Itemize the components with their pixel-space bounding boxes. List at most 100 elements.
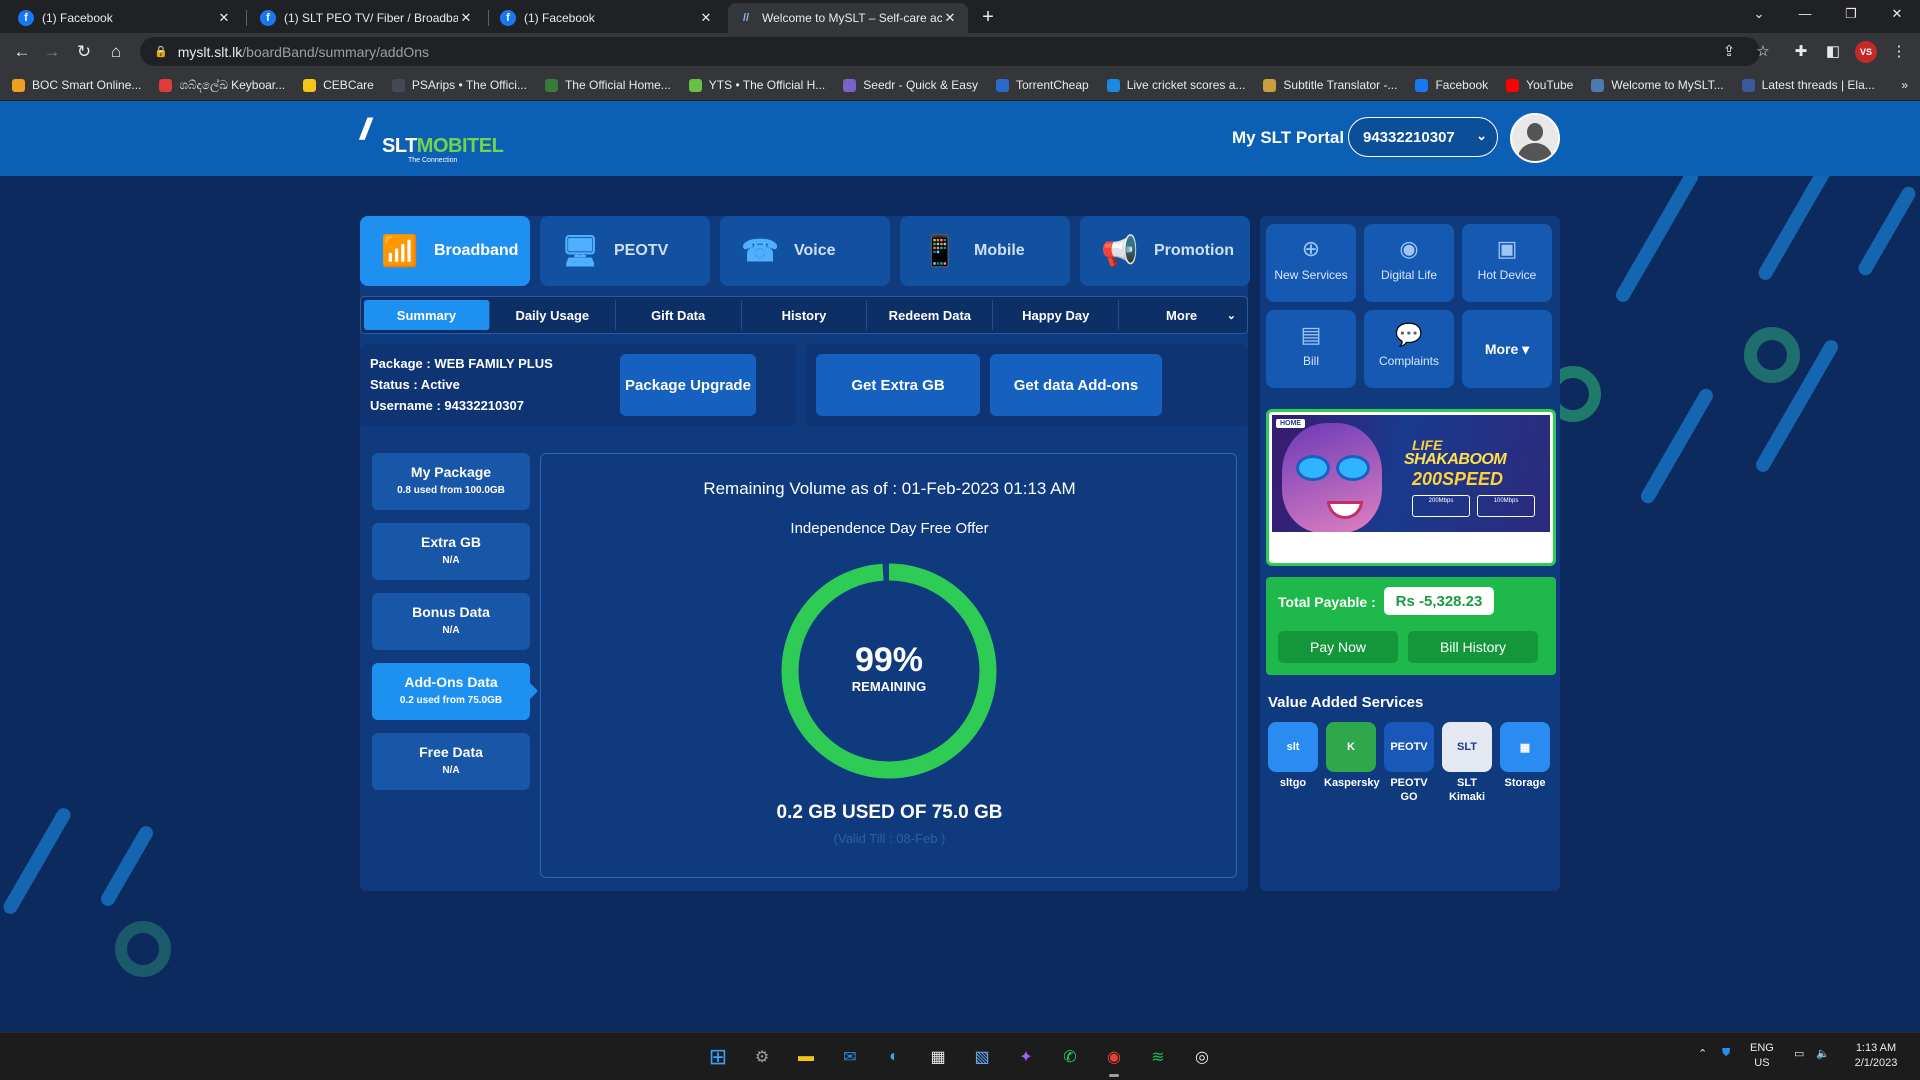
extensions-icon[interactable]: ✚: [1790, 41, 1812, 63]
quick-link-new-services[interactable]: ⊕ New Services: [1266, 224, 1356, 302]
bookmark-item[interactable]: YTS • The Official H...: [688, 78, 825, 92]
quick-link-bill[interactable]: ▤ Bill: [1266, 310, 1356, 388]
volume-icon[interactable]: 🔈: [1816, 1047, 1830, 1060]
tab-mobile[interactable]: 📱 Mobile: [900, 216, 1070, 286]
window-close-icon[interactable]: ✕: [1882, 6, 1912, 22]
network-icon[interactable]: ▭: [1794, 1047, 1804, 1060]
close-icon[interactable]: ✕: [458, 10, 474, 26]
home-icon[interactable]: ⌂: [104, 40, 128, 64]
browser-tab[interactable]: f (1) SLT PEO TV/ Fiber / Broadban ✕: [250, 3, 484, 33]
clock[interactable]: 1:13 AM 2/1/2023: [1848, 1041, 1904, 1071]
messenger-icon[interactable]: ✦: [1011, 1042, 1041, 1072]
new-tab-button[interactable]: +: [976, 6, 1000, 30]
language-indicator[interactable]: ENG US: [1750, 1041, 1774, 1071]
bookmark-item[interactable]: TorrentCheap: [995, 78, 1089, 92]
bookmark-item[interactable]: Facebook: [1415, 78, 1488, 92]
tray-overflow-icon[interactable]: ⌃: [1698, 1047, 1707, 1060]
edge-icon[interactable]: ◐: [879, 1042, 909, 1072]
get-extra-gb-button[interactable]: Get Extra GB: [816, 354, 980, 416]
usage-card-bonus-data[interactable]: Bonus Data N/A: [372, 593, 530, 650]
browser-tab[interactable]: f (1) Facebook ✕: [8, 3, 242, 33]
vas-slt-kimaki[interactable]: SLT SLT Kimaki: [1440, 722, 1494, 805]
mail-icon[interactable]: ✉: [835, 1042, 865, 1072]
tab-broadband[interactable]: 📶 Broadband: [360, 216, 530, 286]
browser-tab-active[interactable]: // Welcome to MySLT – Self-care ac ✕: [728, 3, 968, 33]
bookmark-item[interactable]: ශබ්දලේඛ Keyboar...: [159, 78, 285, 93]
account-select[interactable]: 94332210307 ⌄: [1348, 117, 1498, 157]
chrome-icon[interactable]: ◉: [1099, 1042, 1129, 1077]
vas-sltgo[interactable]: slt sltgo: [1266, 722, 1320, 790]
profile-avatar[interactable]: VS: [1855, 41, 1877, 63]
quick-link-hot-device[interactable]: ▣ Hot Device: [1462, 224, 1552, 302]
back-icon[interactable]: ←: [10, 40, 34, 64]
windows-start-icon[interactable]: ⊞: [703, 1042, 733, 1072]
subtab-gift-data[interactable]: Gift Data: [616, 300, 742, 330]
subtab-history[interactable]: History: [742, 300, 868, 330]
usage-card-add-ons-data[interactable]: Add-Ons Data 0.2 used from 75.0GB: [372, 663, 538, 720]
whatsapp-icon[interactable]: ✆: [1055, 1042, 1085, 1072]
obs-icon[interactable]: ◎: [1187, 1042, 1217, 1072]
share-icon[interactable]: ⇪: [1718, 41, 1740, 63]
tab-peotv[interactable]: 🖥 PEOTV: [540, 216, 710, 286]
bookmark-item[interactable]: The Official Home...: [544, 78, 671, 92]
reload-icon[interactable]: ↻: [72, 40, 96, 64]
vas-peotv-go[interactable]: PEOTV PEOTV GO: [1382, 722, 1436, 805]
region-code: US: [1754, 1057, 1770, 1069]
quick-link-complaints[interactable]: 💬 Complaints: [1364, 310, 1454, 388]
bookmark-star-icon[interactable]: ☆: [1752, 41, 1774, 63]
bookmark-favicon-icon: [843, 78, 857, 92]
subtab-summary[interactable]: Summary: [364, 300, 490, 330]
subtab-happy-day[interactable]: Happy Day: [993, 300, 1120, 330]
defender-icon[interactable]: ⛊: [1722, 1047, 1730, 1060]
file-explorer-icon[interactable]: ▬: [791, 1042, 821, 1072]
bookmarks-overflow-icon[interactable]: »: [1901, 78, 1908, 92]
more-services-button[interactable]: More ▾: [1462, 310, 1552, 388]
menu-kebab-icon[interactable]: ⋮: [1888, 41, 1910, 63]
bookmark-item[interactable]: Welcome to MySLT...: [1591, 78, 1724, 92]
subtab-redeem-data[interactable]: Redeem Data: [867, 300, 994, 330]
photos-icon[interactable]: ▧: [967, 1042, 997, 1072]
package-upgrade-button[interactable]: Package Upgrade: [620, 354, 756, 416]
usage-card-extra-gb[interactable]: Extra GB N/A: [372, 523, 530, 580]
usage-gauge: 99% REMAINING: [779, 561, 999, 781]
side-panel-icon[interactable]: ◧: [1822, 41, 1844, 63]
bookmark-item[interactable]: CEBCare: [303, 78, 374, 92]
bookmark-item[interactable]: YouTube: [1506, 78, 1573, 92]
tab-promotion[interactable]: 📢 Promotion: [1080, 216, 1250, 286]
bookmark-favicon-icon: [12, 78, 25, 92]
url-host: myslt.slt.lk: [177, 43, 243, 60]
quick-link-digital-life[interactable]: ◉ Digital Life: [1364, 224, 1454, 302]
close-icon[interactable]: ✕: [942, 10, 958, 26]
browser-tab[interactable]: f (1) Facebook ✕: [490, 3, 724, 33]
subtab-more[interactable]: More ⌄: [1119, 300, 1244, 330]
vas-label: sltgo: [1279, 777, 1307, 789]
tab-voice[interactable]: ☎ Voice: [720, 216, 890, 286]
promo-banner[interactable]: HOME LIFE SHAKABOOM 200SPEED 200Mbps 100…: [1266, 409, 1556, 566]
usage-card-my-package[interactable]: My Package 0.8 used from 100.0GB: [372, 453, 530, 510]
get-data-addons-button[interactable]: Get data Add-ons: [990, 354, 1162, 416]
bookmark-item[interactable]: PSArips • The Offici...: [391, 78, 527, 92]
user-avatar[interactable]: [1510, 113, 1560, 163]
restore-icon[interactable]: ❐: [1836, 6, 1866, 22]
store-icon[interactable]: ▦: [923, 1042, 953, 1072]
close-icon[interactable]: ✕: [216, 10, 232, 26]
bookmark-item[interactable]: Live cricket scores a...: [1106, 78, 1245, 92]
forward-icon[interactable]: →: [40, 40, 64, 64]
address-bar[interactable]: 🔒 myslt.slt.lk /boardBand/summary/addOns: [140, 37, 1760, 66]
slt-mobitel-logo[interactable]: // SLTMOBITEL The Connection: [360, 113, 510, 165]
bookmark-item[interactable]: Latest threads | Ela...: [1741, 78, 1875, 92]
usage-card-free-data[interactable]: Free Data N/A: [372, 733, 530, 790]
close-icon[interactable]: ✕: [698, 10, 714, 26]
tab-search-icon[interactable]: ⌄: [1744, 6, 1774, 22]
minimize-icon[interactable]: —: [1790, 6, 1820, 21]
bookmark-item[interactable]: Seedr - Quick & Easy: [843, 78, 978, 92]
bookmark-item[interactable]: BOC Smart Online...: [12, 78, 141, 92]
vas-kaspersky[interactable]: K Kaspersky: [1324, 722, 1380, 790]
pay-now-button[interactable]: Pay Now: [1278, 631, 1398, 663]
bookmark-item[interactable]: Subtitle Translator -...: [1263, 78, 1397, 92]
bill-history-button[interactable]: Bill History: [1408, 631, 1538, 663]
vas-storage[interactable]: ▦ Storage: [1498, 722, 1552, 790]
subtab-daily-usage[interactable]: Daily Usage: [490, 300, 616, 330]
settings-icon[interactable]: ⚙: [747, 1042, 777, 1072]
spotify-icon[interactable]: ≋: [1143, 1042, 1173, 1072]
